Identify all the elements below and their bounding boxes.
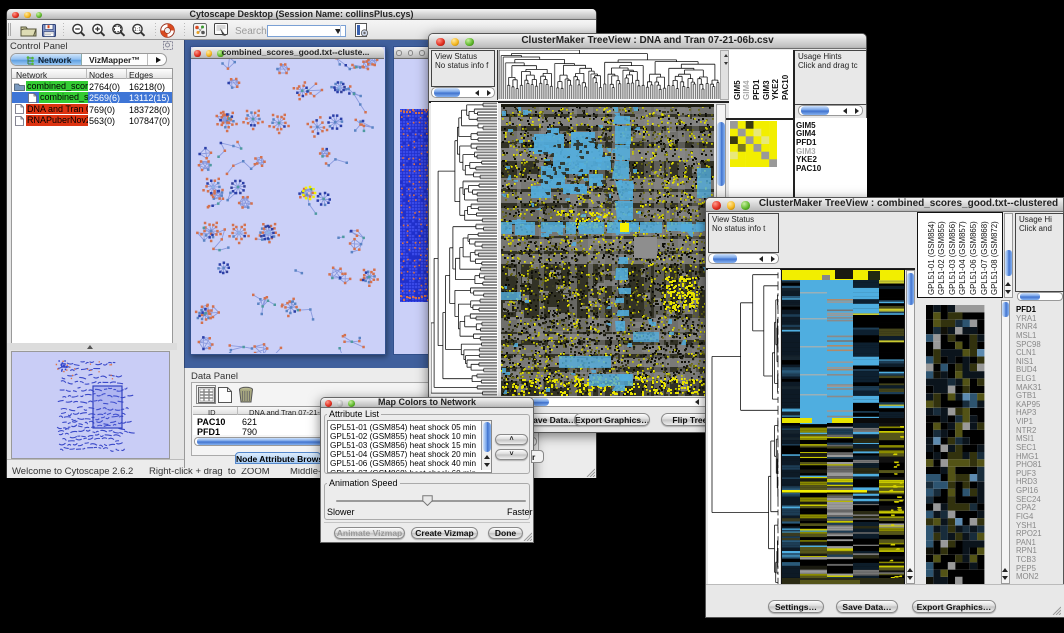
- svg-text:1:1: 1:1: [134, 27, 142, 33]
